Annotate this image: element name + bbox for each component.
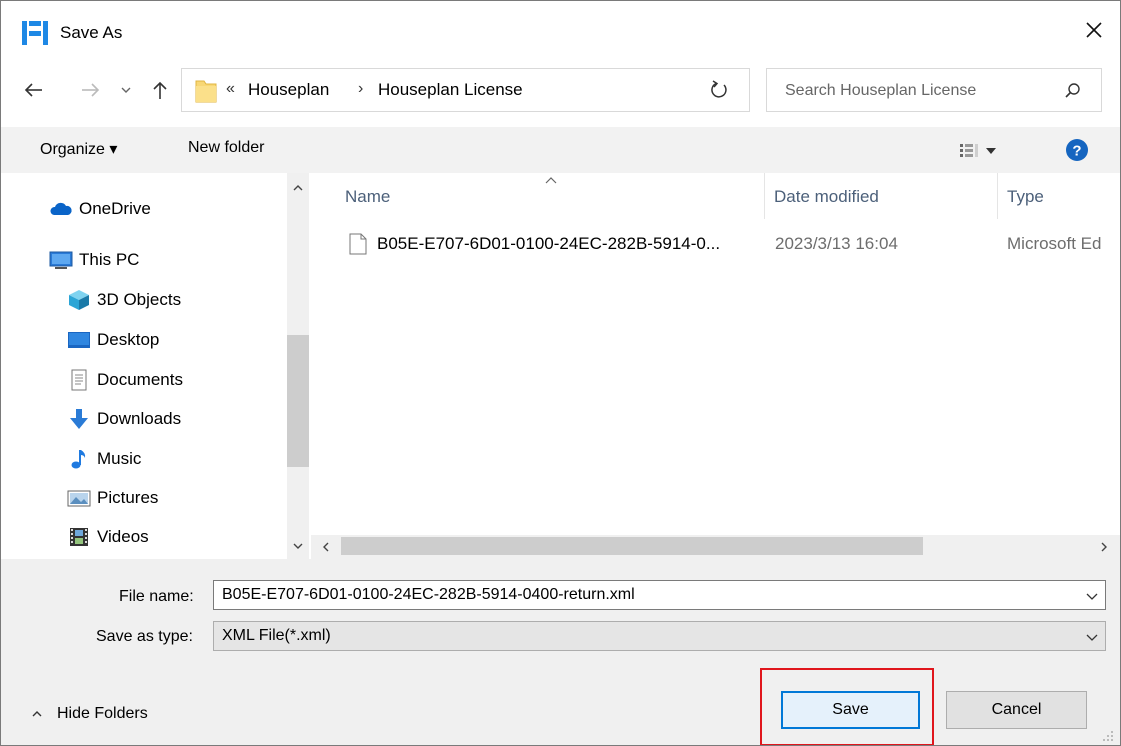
- breadcrumb-overflow[interactable]: «: [226, 80, 235, 98]
- nav-item-documents[interactable]: Documents: [67, 366, 183, 394]
- nav-item-onedrive[interactable]: OneDrive: [49, 195, 151, 223]
- nav-item-label: 3D Objects: [97, 290, 182, 309]
- column-header-type[interactable]: Type: [1007, 187, 1044, 207]
- column-divider[interactable]: [997, 173, 998, 219]
- desktop-icon: [68, 332, 90, 348]
- command-bar: Organize ▾ New folder ?: [1, 127, 1120, 173]
- file-name-input[interactable]: [222, 586, 1062, 604]
- nav-item-label: Desktop: [97, 330, 160, 349]
- column-header-date-modified[interactable]: Date modified: [774, 187, 879, 207]
- nav-item-downloads[interactable]: Downloads: [67, 405, 181, 433]
- scroll-left-icon[interactable]: [319, 540, 333, 554]
- change-view-icon[interactable]: [956, 139, 1000, 163]
- back-button[interactable]: [21, 77, 47, 103]
- documents-icon: [71, 369, 87, 391]
- breadcrumb-separator: ›: [358, 80, 364, 97]
- scroll-up-icon[interactable]: [291, 181, 305, 195]
- nav-item-pictures[interactable]: Pictures: [67, 484, 158, 512]
- arrow-left-icon: [24, 83, 42, 97]
- nav-item-desktop[interactable]: Desktop: [67, 326, 159, 354]
- cube-icon: [69, 290, 89, 310]
- nav-item-this-pc[interactable]: This PC: [49, 246, 139, 274]
- title-bar: Save As: [1, 1, 1120, 63]
- save-as-dialog: Save As « Houseplan › Houseplan License …: [0, 0, 1121, 746]
- breadcrumb-houseplan-license[interactable]: Houseplan License: [378, 80, 523, 100]
- address-bar[interactable]: « Houseplan › Houseplan License: [181, 68, 850, 112]
- file-name-combobox: [213, 580, 1106, 610]
- chevron-down-icon: [121, 87, 131, 93]
- arrow-right-icon: [82, 83, 100, 97]
- file-date-modified: 2023/3/13 16:04: [775, 234, 898, 253]
- nav-item-3d-objects[interactable]: 3D Objects: [67, 286, 181, 314]
- videos-icon: [70, 528, 88, 546]
- up-button[interactable]: [147, 77, 173, 103]
- nav-item-label: Videos: [97, 527, 149, 546]
- file-name-label: File name:: [119, 588, 194, 605]
- column-divider[interactable]: [764, 173, 765, 219]
- computer-icon: [49, 251, 73, 269]
- nav-item-label: This PC: [79, 250, 140, 269]
- navigation-pane: OneDrive This PC 3D Objects Desktop Docu…: [1, 173, 311, 559]
- app-logo-icon: [22, 21, 48, 45]
- organize-button[interactable]: Organize ▾: [40, 139, 117, 159]
- nav-item-label: OneDrive: [79, 199, 151, 218]
- file-list-scrollbar[interactable]: [311, 535, 1120, 559]
- nav-item-label: Pictures: [97, 488, 159, 507]
- chevron-down-icon[interactable]: [1085, 630, 1099, 644]
- save-options-panel: File name: Save as type: XML File(*.xml)…: [1, 559, 1120, 745]
- scroll-down-icon[interactable]: [291, 539, 305, 553]
- file-type: Microsoft Ed: [1007, 234, 1102, 253]
- arrow-up-icon: [153, 81, 167, 99]
- save-button-highlight: [760, 668, 934, 745]
- chevron-down-icon[interactable]: [1085, 589, 1099, 603]
- hide-folders-label: Hide Folders: [57, 705, 148, 722]
- file-list: Name Date modified Type B05E-E707-6D01-0…: [311, 173, 1120, 535]
- nav-item-videos[interactable]: Videos: [67, 523, 149, 551]
- file-row[interactable]: B05E-E707-6D01-0100-24EC-282B-5914-0... …: [345, 229, 1120, 261]
- search-box: [766, 68, 1102, 112]
- scroll-right-icon[interactable]: [1097, 540, 1111, 554]
- file-name: B05E-E707-6D01-0100-24EC-282B-5914-0...: [377, 234, 721, 253]
- file-icon: [349, 233, 367, 255]
- nav-item-music[interactable]: Music: [67, 445, 141, 473]
- nav-item-label: Downloads: [97, 409, 182, 428]
- refresh-icon[interactable]: [707, 78, 731, 102]
- cancel-button[interactable]: Cancel: [946, 691, 1087, 729]
- download-icon: [70, 409, 88, 429]
- save-as-type-value: XML File(*.xml): [222, 627, 331, 644]
- breadcrumb-houseplan[interactable]: Houseplan: [248, 80, 329, 100]
- hide-folders-button[interactable]: Hide Folders: [31, 705, 148, 723]
- new-folder-button[interactable]: New folder: [188, 139, 264, 157]
- window-title: Save As: [60, 23, 123, 42]
- svg-text:?: ?: [1072, 143, 1081, 160]
- navigation-pane-scrollbar[interactable]: [287, 173, 309, 559]
- resize-grip-icon[interactable]: [1099, 727, 1115, 743]
- chevron-up-icon: [32, 711, 42, 717]
- folder-icon: [195, 80, 217, 103]
- music-icon: [71, 450, 86, 469]
- recent-locations-button[interactable]: [117, 77, 135, 103]
- search-input[interactable]: [785, 79, 1045, 103]
- close-icon[interactable]: [1081, 17, 1107, 43]
- cloud-icon: [50, 202, 72, 215]
- save-as-type-label: Save as type:: [96, 628, 193, 645]
- column-header-name[interactable]: Name: [345, 187, 390, 207]
- scrollbar-thumb[interactable]: [341, 537, 923, 555]
- nav-item-label: Music: [97, 449, 142, 468]
- sort-ascending-icon: [545, 177, 557, 184]
- help-icon[interactable]: ?: [1065, 138, 1089, 162]
- pictures-icon: [67, 490, 91, 507]
- forward-button[interactable]: [77, 77, 103, 103]
- save-as-type-select[interactable]: XML File(*.xml): [213, 621, 1106, 651]
- scrollbar-thumb[interactable]: [287, 335, 309, 467]
- search-icon[interactable]: [1063, 81, 1083, 101]
- nav-item-label: Documents: [97, 370, 183, 389]
